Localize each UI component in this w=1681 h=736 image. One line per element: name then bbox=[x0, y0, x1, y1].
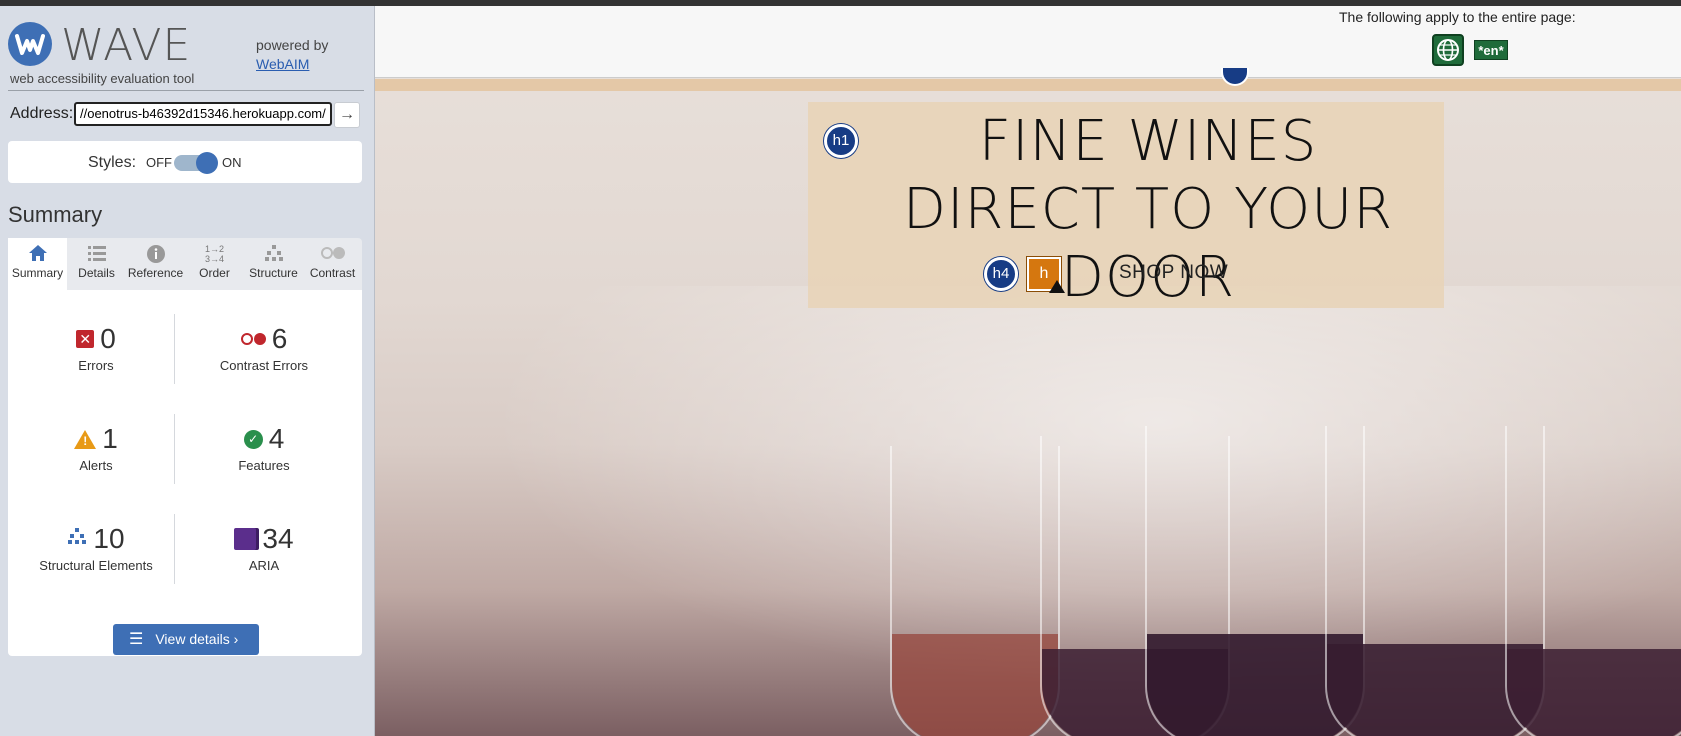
shop-now-link[interactable]: SHOP NOW bbox=[1119, 262, 1228, 284]
wave-subtitle: web accessibility evaluation tool bbox=[10, 71, 195, 86]
contrast-icon bbox=[303, 238, 362, 266]
wine-glass-image bbox=[890, 446, 1060, 736]
styles-toggle[interactable] bbox=[174, 152, 218, 174]
tab-reference[interactable]: Reference bbox=[126, 238, 185, 290]
alert-icon: ! bbox=[74, 429, 97, 449]
evaluated-page: The following apply to the entire page: … bbox=[375, 6, 1681, 736]
webaim-link[interactable]: WebAIM bbox=[256, 55, 328, 74]
h1-badge-icon[interactable]: h1 bbox=[824, 124, 858, 158]
list-icon: ☰ bbox=[129, 631, 144, 648]
tab-label: Structure bbox=[249, 266, 298, 280]
info-icon bbox=[126, 238, 185, 266]
list-icon bbox=[67, 238, 126, 266]
stat-contrast-errors[interactable]: 6 Contrast Errors bbox=[184, 322, 344, 373]
styles-toggle-box: Styles: OFF ON bbox=[8, 141, 362, 183]
tab-contrast[interactable]: Contrast bbox=[303, 238, 362, 290]
stat-value: 34 bbox=[262, 523, 294, 554]
stat-value: 1 bbox=[102, 423, 118, 454]
hero-banner: h1 FINE WINES DIRECT TO YOUR DOOR h4 h S… bbox=[808, 102, 1444, 310]
address-label: Address: bbox=[10, 105, 74, 122]
wine-fill bbox=[892, 634, 1058, 736]
divider bbox=[8, 90, 364, 91]
stat-value: 0 bbox=[100, 323, 116, 354]
tab-summary[interactable]: Summary bbox=[8, 238, 67, 290]
powered-by-text: powered by bbox=[256, 37, 329, 53]
styles-off-label: OFF bbox=[146, 155, 172, 170]
home-icon bbox=[8, 238, 67, 266]
stat-value: 6 bbox=[271, 323, 288, 354]
contrast-error-icon bbox=[240, 333, 266, 345]
summary-stats: ✕ 0 Errors 6 Contrast Errors ! 1 Alerts … bbox=[8, 290, 362, 656]
h4-badge-icon[interactable]: h4 bbox=[984, 257, 1018, 291]
stat-aria[interactable]: 34 ARIA bbox=[184, 522, 344, 573]
stat-label: Alerts bbox=[79, 458, 113, 473]
wave-sidebar: WAVE web accessibility evaluation tool p… bbox=[0, 6, 375, 736]
stat-errors[interactable]: ✕ 0 Errors bbox=[16, 322, 176, 373]
order-icon: 1→2 3→4 bbox=[204, 244, 224, 264]
error-icon: ✕ bbox=[76, 330, 95, 348]
tab-label: Summary bbox=[11, 266, 64, 280]
structure-icon bbox=[67, 527, 87, 551]
stat-label: Errors bbox=[78, 358, 114, 373]
stat-label: Contrast Errors bbox=[219, 358, 309, 373]
structure-icon bbox=[244, 238, 303, 266]
tab-label: Reference bbox=[127, 266, 184, 280]
stat-alerts[interactable]: ! 1 Alerts bbox=[16, 422, 176, 473]
wave-logo-icon[interactable] bbox=[8, 22, 52, 66]
wine-glass-image bbox=[1505, 426, 1681, 736]
language-badge[interactable]: *en* bbox=[1474, 40, 1508, 60]
stat-value: 4 bbox=[268, 423, 285, 454]
page-level-icons-bar: The following apply to the entire page: … bbox=[375, 6, 1681, 78]
stat-label: Features bbox=[238, 458, 290, 473]
view-details-button[interactable]: ☰ View details › bbox=[113, 624, 259, 655]
styles-label: Styles: bbox=[88, 154, 137, 171]
wave-brand: WAVE bbox=[61, 20, 192, 71]
tab-details[interactable]: Details bbox=[67, 238, 126, 290]
skip-badge-label: h bbox=[1039, 265, 1049, 282]
skipped-heading-alert-icon[interactable]: h bbox=[1027, 257, 1065, 293]
stat-label: Structural Elements bbox=[39, 558, 153, 573]
tab-label: Contrast bbox=[309, 266, 356, 280]
stat-features[interactable]: ✓ 4 Features bbox=[184, 422, 344, 473]
styles-on-label: ON bbox=[222, 155, 242, 170]
language-globe-icon[interactable] bbox=[1432, 34, 1464, 66]
stat-label: ARIA bbox=[248, 558, 280, 573]
panel-tabs: Summary Details Reference 1→2 3→4 Order S… bbox=[8, 238, 362, 290]
tab-structure[interactable]: Structure bbox=[244, 238, 303, 290]
wine-fill bbox=[1507, 649, 1681, 736]
feature-check-icon: ✓ bbox=[243, 429, 263, 449]
arrow-right-icon[interactable]: → bbox=[334, 102, 360, 128]
aria-icon bbox=[234, 528, 257, 550]
address-input[interactable]: //oenotrus-b46392d15346.herokuapp.com/ bbox=[74, 102, 332, 126]
tab-label: Order bbox=[199, 266, 230, 280]
stat-value: 10 bbox=[93, 523, 125, 554]
view-details-label: View details › bbox=[155, 631, 239, 647]
summary-heading: Summary bbox=[8, 202, 103, 227]
apply-text: The following apply to the entire page: bbox=[1339, 9, 1576, 25]
stat-structural[interactable]: 10 Structural Elements bbox=[16, 522, 176, 573]
tab-label: Details bbox=[78, 266, 115, 280]
tab-order[interactable]: 1→2 3→4 Order bbox=[185, 238, 244, 290]
warning-icon bbox=[1049, 280, 1065, 293]
powered-by: powered by WebAIM bbox=[256, 36, 328, 74]
site-header-strip bbox=[375, 79, 1681, 91]
toggle-knob[interactable] bbox=[196, 152, 218, 174]
